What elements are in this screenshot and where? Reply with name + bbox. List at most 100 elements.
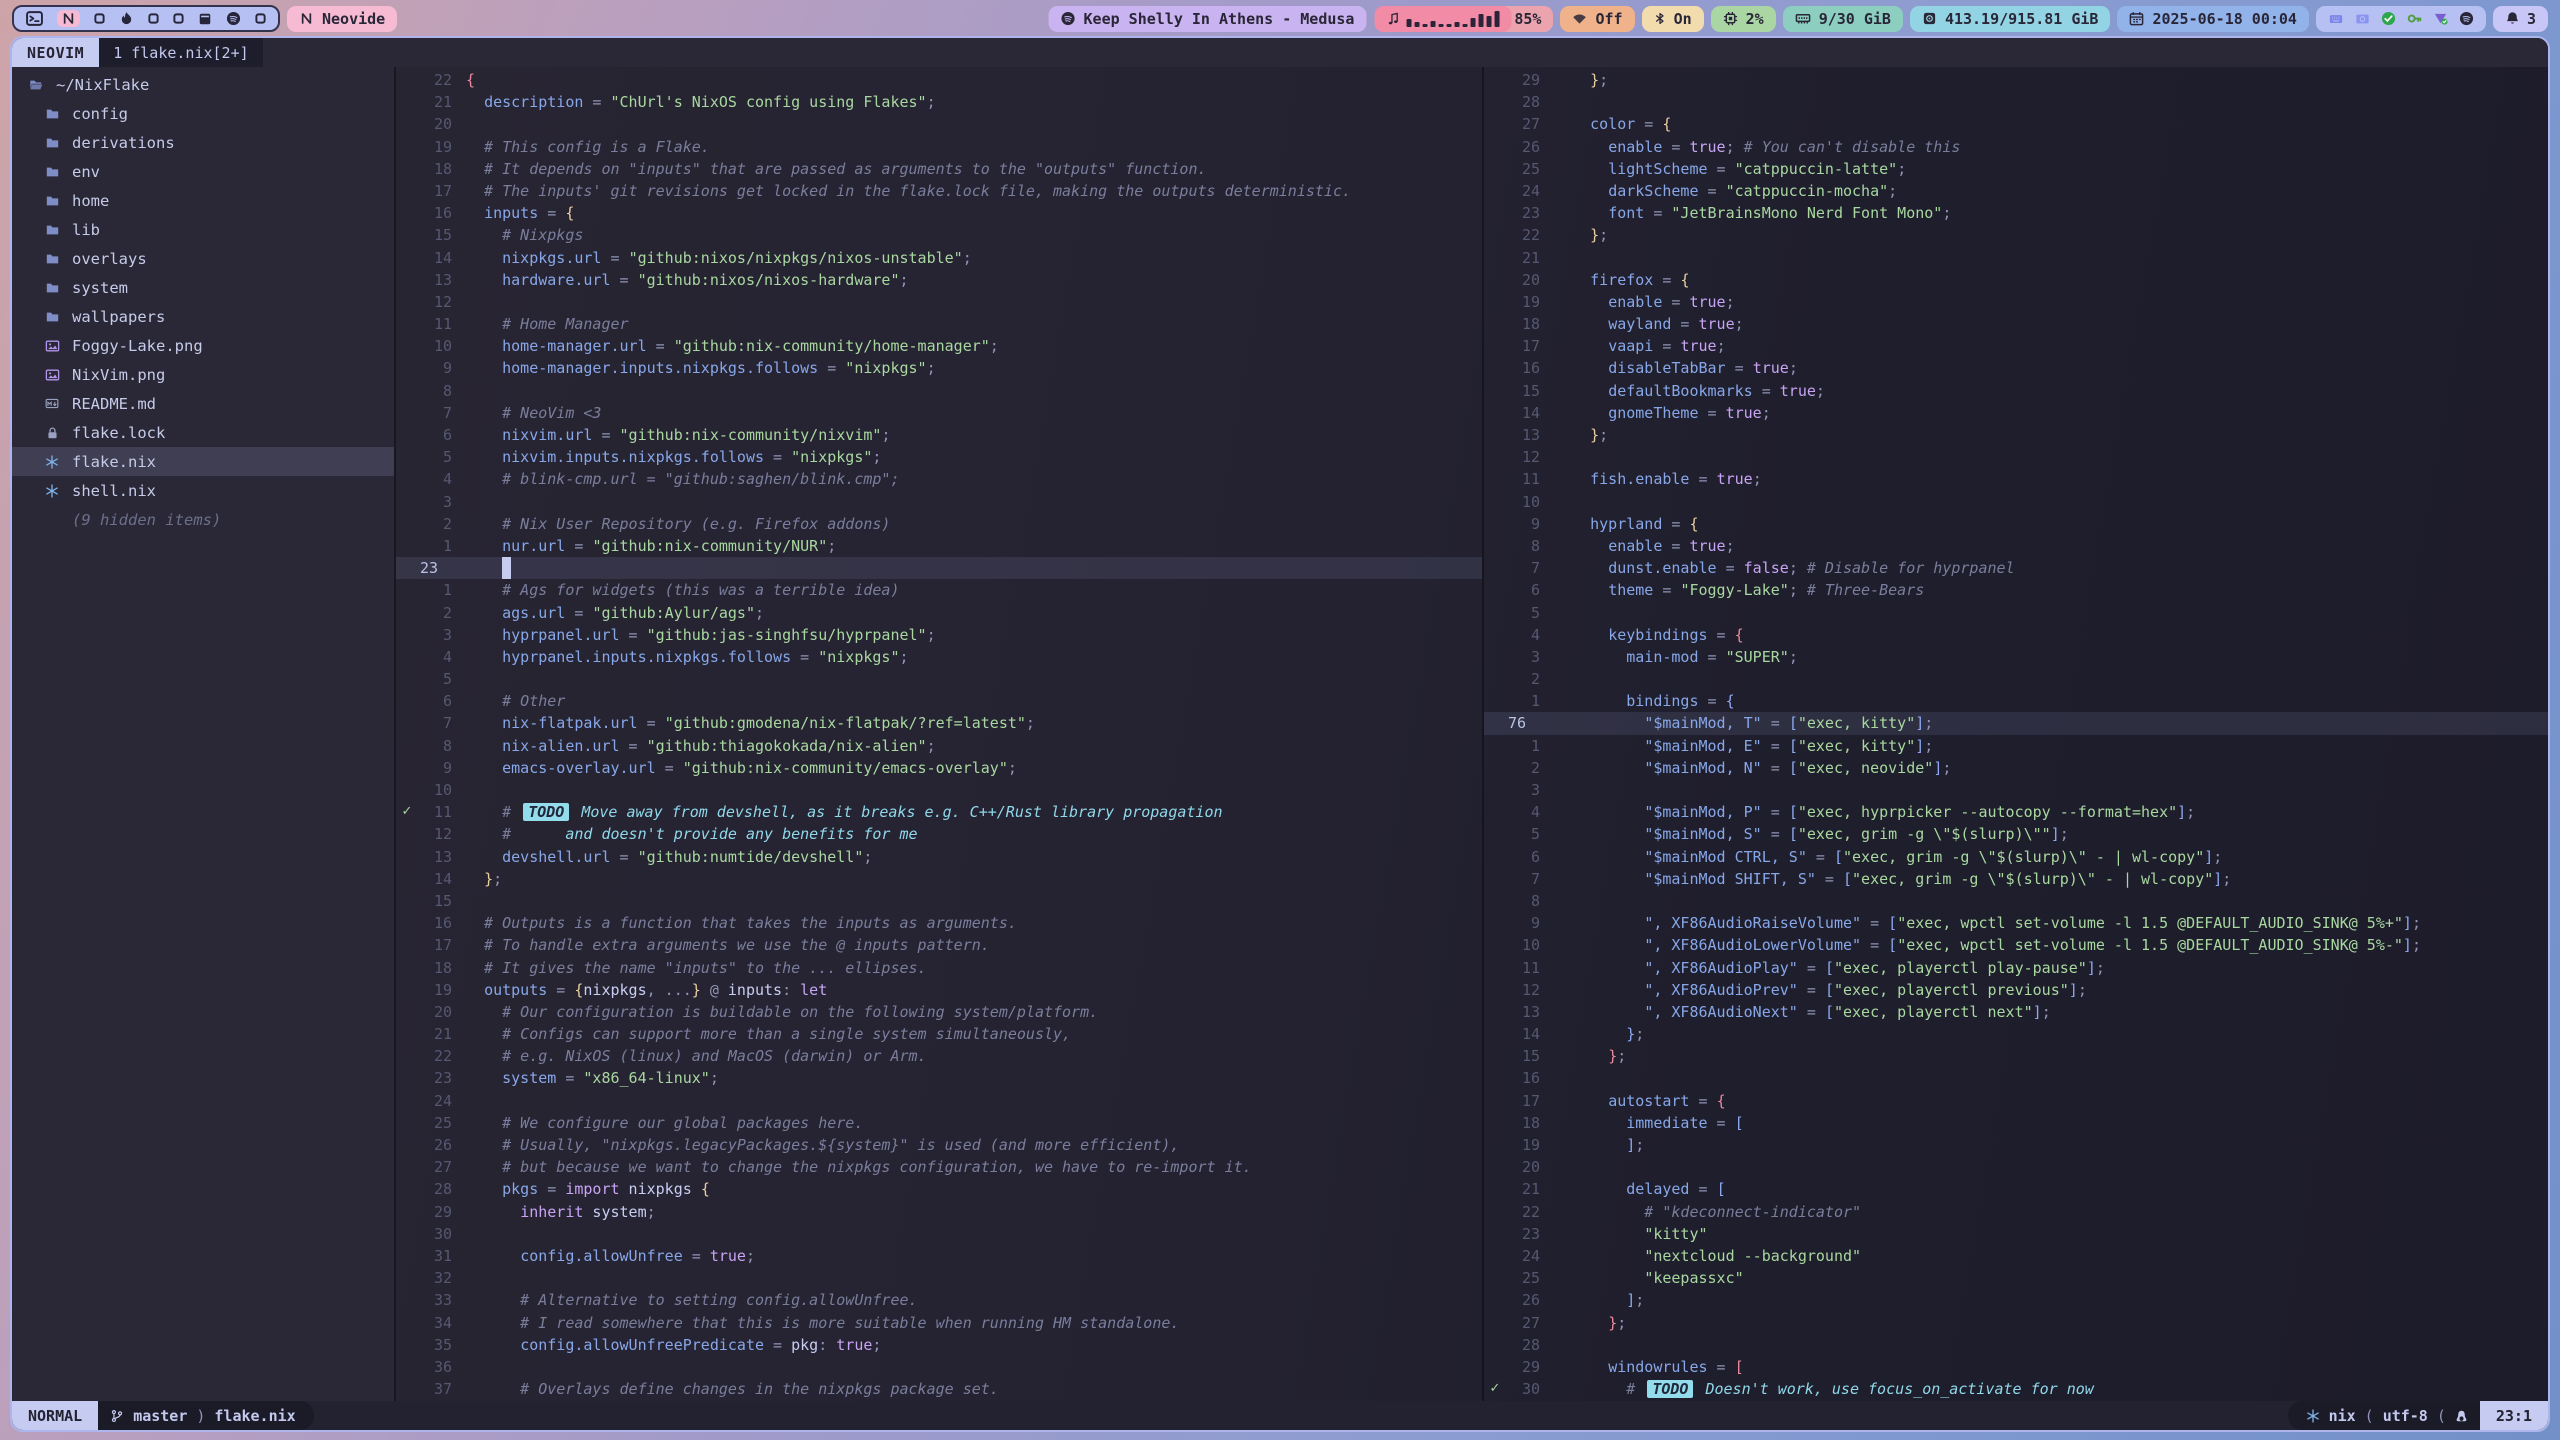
code-line[interactable]: 36 (396, 1356, 1482, 1378)
code-line[interactable]: 7 dunst.enable = false; # Disable for hy… (1484, 557, 2548, 579)
code-line[interactable]: 24 (396, 1090, 1482, 1112)
key-tray-icon[interactable] (2407, 11, 2422, 26)
code-line[interactable]: 32 (396, 1267, 1482, 1289)
code-line[interactable]: 22 # "kdeconnect-indicator" (1484, 1201, 2548, 1223)
code-line[interactable]: 16 (1484, 1067, 2548, 1089)
code-line[interactable]: 9 ", XF86AudioRaiseVolume" = ["exec, wpc… (1484, 912, 2548, 934)
code-line[interactable]: 2 "$mainMod, N" = ["exec, neovide"]; (1484, 757, 2548, 779)
code-line[interactable]: 12 ", XF86AudioPrev" = ["exec, playerctl… (1484, 979, 2548, 1001)
code-line[interactable]: 26 enable = true; # You can't disable th… (1484, 136, 2548, 158)
files-icon[interactable] (198, 12, 212, 26)
code-line[interactable]: 11 fish.enable = true; (1484, 468, 2548, 490)
code-line[interactable]: 30 (396, 1223, 1482, 1245)
keyboard-tray-icon[interactable] (2328, 12, 2344, 26)
memory-widget[interactable]: 9/30 GiB (1783, 6, 1903, 32)
code-line[interactable]: 20 # Our configuration is buildable on t… (396, 1001, 1482, 1023)
code-line[interactable]: 15 (396, 890, 1482, 912)
tree-item-flake.nix[interactable]: flake.nix (12, 447, 394, 476)
code-line[interactable]: 5 (396, 668, 1482, 690)
code-line[interactable]: 26 # Usually, "nixpkgs.legacyPackages.${… (396, 1134, 1482, 1156)
code-line[interactable]: 11 ", XF86AudioPlay" = ["exec, playerctl… (1484, 957, 2548, 979)
code-line[interactable]: 23 system = "x86_64-linux"; (396, 1067, 1482, 1089)
code-line[interactable]: 18 wayland = true; (1484, 313, 2548, 335)
code-line[interactable]: 5 nixvim.inputs.nixpkgs.follows = "nixpk… (396, 446, 1482, 468)
code-line[interactable]: 17 vaapi = true; (1484, 335, 2548, 357)
neovim-icon[interactable] (57, 10, 80, 27)
code-line[interactable]: 13 hardware.url = "github:nixos/nixos-ha… (396, 269, 1482, 291)
code-line[interactable]: 7 nix-flatpak.url = "github:gmodena/nix-… (396, 712, 1482, 734)
tree-item-9-hidden-items[interactable]: (9 hidden items) (12, 505, 394, 534)
code-line[interactable]: 2 (1484, 668, 2548, 690)
code-line[interactable]: 21 delayed = [ (1484, 1178, 2548, 1200)
code-line[interactable]: 3 main-mod = "SUPER"; (1484, 646, 2548, 668)
code-line[interactable]: 25 # We configure our global packages he… (396, 1112, 1482, 1134)
code-line-current[interactable]: 23 (396, 557, 1482, 579)
code-line[interactable]: 4 hyprpanel.inputs.nixpkgs.follows = "ni… (396, 646, 1482, 668)
tree-item-derivations[interactable]: derivations (12, 128, 394, 157)
code-line[interactable]: 20 (1484, 1156, 2548, 1178)
sync-tray-icon[interactable] (2433, 11, 2448, 26)
code-line[interactable]: ✓11 # TODO Move away from devshell, as i… (396, 801, 1482, 823)
code-line[interactable]: 6 nixvim.url = "github:nix-community/nix… (396, 424, 1482, 446)
code-line[interactable]: 23 font = "JetBrainsMono Nerd Font Mono"… (1484, 202, 2548, 224)
code-line[interactable]: 19 outputs = {nixpkgs, ...} @ inputs: le… (396, 979, 1482, 1001)
code-line[interactable]: 20 firefox = { (1484, 269, 2548, 291)
tree-item-flake.lock[interactable]: flake.lock (12, 418, 394, 447)
code-line[interactable]: 28 (1484, 91, 2548, 113)
tree-item-shell.nix[interactable]: shell.nix (12, 476, 394, 505)
window-2-icon[interactable] (148, 13, 159, 24)
tree-item-home[interactable]: home (12, 186, 394, 215)
code-line[interactable]: 12 (396, 291, 1482, 313)
code-line[interactable]: 18 # It depends on "inputs" that are pas… (396, 158, 1482, 180)
window-1-icon[interactable] (94, 13, 105, 24)
code-line[interactable]: 5 (1484, 602, 2548, 624)
code-line[interactable]: 11 # Home Manager (396, 313, 1482, 335)
code-line[interactable]: 13 devshell.url = "github:numtide/devshe… (396, 846, 1482, 868)
code-line[interactable]: 24 darkScheme = "catppuccin-mocha"; (1484, 180, 2548, 202)
code-line[interactable]: 9 hyprland = { (1484, 513, 2548, 535)
code-line[interactable]: 4 keybindings = { (1484, 624, 2548, 646)
code-line[interactable]: 24 "nextcloud --background" (1484, 1245, 2548, 1267)
code-line[interactable]: 22{ (396, 69, 1482, 91)
cpu-widget[interactable]: 2% (1711, 6, 1776, 32)
code-line[interactable]: 17 # To handle extra arguments we use th… (396, 934, 1482, 956)
code-line[interactable]: 15 # Nixpkgs (396, 224, 1482, 246)
code-line[interactable]: 4 # blink-cmp.url = "github:saghen/blink… (396, 468, 1482, 490)
code-line[interactable]: 2 ags.url = "github:Aylur/ags"; (396, 602, 1482, 624)
code-line[interactable]: 18 immediate = [ (1484, 1112, 2548, 1134)
spotify-icon[interactable] (226, 11, 241, 26)
code-line[interactable]: 8 (1484, 890, 2548, 912)
code-line[interactable]: 10 (396, 779, 1482, 801)
code-line[interactable]: 6 # Other (396, 690, 1482, 712)
firefox-icon[interactable] (119, 11, 134, 26)
tree-item-config[interactable]: config (12, 99, 394, 128)
code-line[interactable]: 21 # Configs can support more than a sin… (396, 1023, 1482, 1045)
code-line-current[interactable]: 76 "$mainMod, T" = ["exec, kitty"]; (1484, 712, 2548, 734)
tree-item-foggy-lake.png[interactable]: Foggy-Lake.png (12, 331, 394, 360)
code-line[interactable]: 22 # e.g. NixOS (linux) and MacOS (darwi… (396, 1045, 1482, 1067)
code-line[interactable]: 19 # This config is a Flake. (396, 136, 1482, 158)
tree-item-nixvim.png[interactable]: NixVim.png (12, 360, 394, 389)
code-line[interactable]: 1 "$mainMod, E" = ["exec, kitty"]; (1484, 735, 2548, 757)
tree-item-wallpapers[interactable]: wallpapers (12, 302, 394, 331)
code-line[interactable]: 19 ]; (1484, 1134, 2548, 1156)
bluetooth-widget[interactable]: On (1642, 6, 1704, 32)
code-line[interactable]: 9 home-manager.inputs.nixpkgs.follows = … (396, 357, 1482, 379)
tree-item-env[interactable]: env (12, 157, 394, 186)
code-line[interactable]: 8 enable = true; (1484, 535, 2548, 557)
code-line[interactable]: 21 (1484, 247, 2548, 269)
code-line[interactable]: 31 config.allowUnfree = true; (396, 1245, 1482, 1267)
code-line[interactable]: 25 lightScheme = "catppuccin-latte"; (1484, 158, 2548, 180)
code-line[interactable]: 7 "$mainMod SHIFT, S" = ["exec, grim -g … (1484, 868, 2548, 890)
code-line[interactable]: 27 # but because we want to change the n… (396, 1156, 1482, 1178)
tree-item-nixflake[interactable]: ~/NixFlake (12, 70, 394, 99)
editor-pane-left[interactable]: 22{21 description = "ChUrl's NixOS confi… (396, 67, 1482, 1401)
code-line[interactable]: 4 "$mainMod, P" = ["exec, hyprpicker --a… (1484, 801, 2548, 823)
code-line[interactable]: 15 }; (1484, 1045, 2548, 1067)
code-line[interactable]: 6 theme = "Foggy-Lake"; # Three-Bears (1484, 579, 2548, 601)
code-line[interactable]: 3 (1484, 779, 2548, 801)
code-line[interactable]: 3 hyprpanel.url = "github:jas-singhfsu/h… (396, 624, 1482, 646)
tree-item-readme.md[interactable]: README.md (12, 389, 394, 418)
code-line[interactable]: ✓30 # TODO Doesn't work, use focus_on_ac… (1484, 1378, 2548, 1400)
code-line[interactable]: 8 nix-alien.url = "github:thiagokokada/n… (396, 735, 1482, 757)
